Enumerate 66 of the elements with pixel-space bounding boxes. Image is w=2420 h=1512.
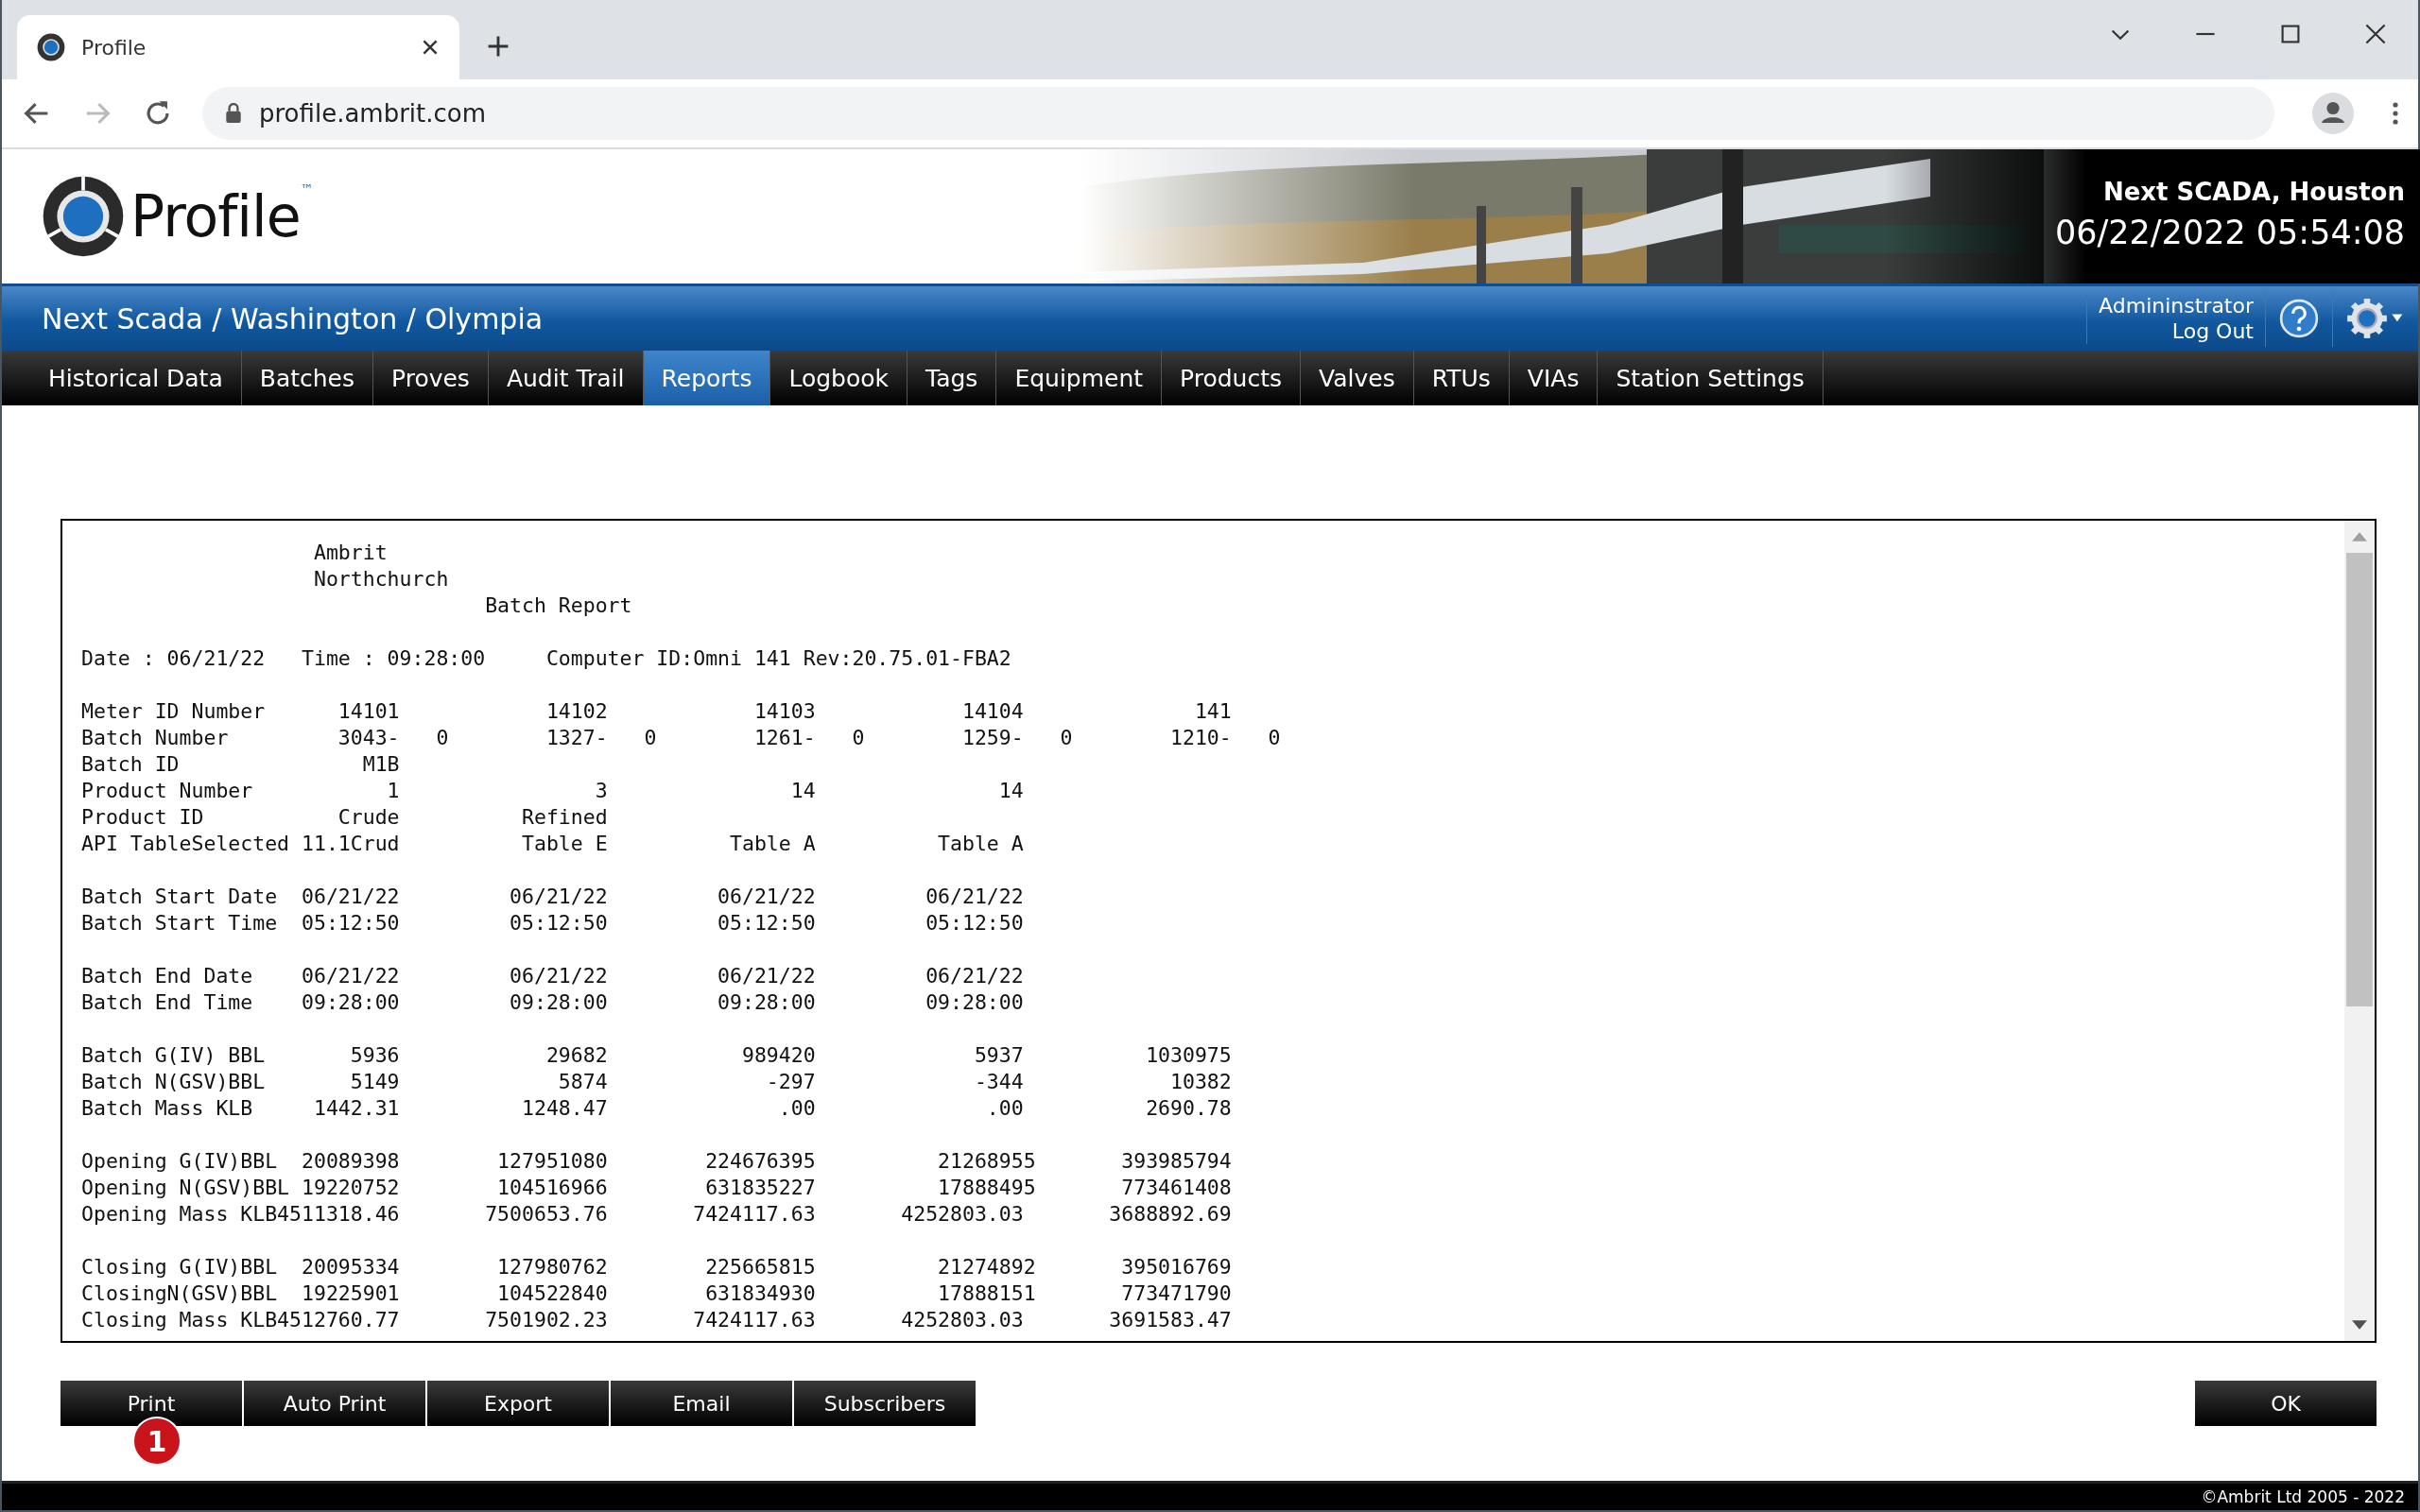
report-line: Batch Number 3043- 0 1327- 0 1261- 0 1259- 0 1210- 0 [81, 725, 1282, 751]
close-icon[interactable] [2364, 23, 2387, 45]
report-line: Ambrit [312, 540, 389, 566]
date-time: 06/22/2022 05:54:08 [2054, 214, 2405, 251]
report-line: Batch End Date 06/21/22 06/21/22 06/21/22 06/21/22 [81, 963, 1025, 989]
action-button[interactable]: Auto Print [244, 1381, 425, 1426]
nav-tab[interactable]: Valves [1301, 351, 1414, 405]
report-line: Opening G(IV)BBL 20089398 127951080 224676395 21268955 393985794 [81, 1148, 1233, 1175]
scroll-down-icon[interactable] [2352, 1320, 2367, 1330]
user-name: Admininstrator [2099, 293, 2254, 318]
ok-button[interactable]: OK [2195, 1381, 2377, 1426]
nav-tab[interactable]: RTUs [1413, 351, 1510, 405]
report-line: Northchurch [312, 566, 450, 593]
trademark-mark: ™ [300, 181, 314, 197]
nav-tab[interactable]: Batches [241, 351, 374, 405]
logout-link[interactable]: Log Out [2171, 318, 2254, 344]
new-tab-icon[interactable] [486, 34, 510, 59]
report-line: Product ID Crude Refined [81, 804, 609, 831]
site-name: Next SCADA, Houston [2102, 178, 2405, 206]
scrollbar-thumb[interactable] [2346, 553, 2373, 1006]
lock-icon [225, 103, 242, 124]
nav-tab[interactable]: Equipment [996, 351, 1163, 405]
action-button[interactable]: Export [427, 1381, 609, 1426]
report-line: ClosingN(GSV)BBL 19225901 104522840 631834930 17888151 773471790 [81, 1280, 1233, 1307]
maximize-icon[interactable] [2279, 23, 2302, 45]
nav-tab[interactable]: Proves [373, 351, 489, 405]
report-line: Batch Start Date 06/21/22 06/21/22 06/21/22 06/21/22 [81, 884, 1025, 910]
report-line: Batch ID M1B [81, 751, 401, 778]
logo-icon [36, 32, 66, 62]
report-line: Closing Mass KLB4512760.77 7501902.23 7424117.63 4252803.03 3691583.47 [81, 1307, 1233, 1333]
report-line: Batch N(GSV)BBL 5149 5874 -297 -344 10382 [81, 1069, 1233, 1095]
report-line: Meter ID Number 14101 14102 14103 14104 141 [81, 698, 1233, 725]
action-button[interactable]: Subscribers [794, 1381, 976, 1426]
browser-tab[interactable]: Profile [17, 15, 459, 79]
report-line: Batch End Time 09:28:00 09:28:00 09:28:00 09:28:00 [81, 989, 1025, 1016]
report-line: Date : 06/21/22 Time : 09:28:00 Computer ID:Omni 141 Rev:20.75.01-FBA2 [81, 645, 1012, 672]
nav-tab[interactable]: Reports [643, 351, 771, 405]
nav-tab[interactable]: Products [1162, 351, 1302, 405]
report-line: Batch G(IV) BBL 5936 29682 989420 5937 1030975 [81, 1042, 1233, 1069]
report-line: Product Number 1 3 14 14 [81, 778, 1025, 804]
nav-tab[interactable]: Station Settings [1598, 351, 1824, 405]
nav-tab[interactable]: Audit Trail [488, 351, 644, 405]
report-line: Opening Mass KLB4511318.46 7500653.76 7424117.63 4252803.03 3688892.69 [81, 1201, 1233, 1228]
address-bar[interactable]: profile.ambrit.com [202, 87, 2274, 140]
nav-tab[interactable]: Tags [908, 351, 997, 405]
report-line: Batch Start Time 05:12:50 05:12:50 05:12:50 05:12:50 [81, 910, 1025, 936]
annotation-badge: 1 [132, 1417, 182, 1466]
nav-tab[interactable]: VIAs [1509, 351, 1599, 405]
nav-tab[interactable]: Logbook [770, 351, 908, 405]
help-icon[interactable] [2279, 299, 2319, 338]
report-line: Closing G(IV)BBL 20095334 127980762 225665815 21274892 395016769 [81, 1254, 1233, 1280]
report-line: Batch Report [484, 593, 633, 619]
logo-text: Profile [130, 183, 301, 249]
report-line: API TableSelected 11.1Crud Table E Table A Table A [81, 831, 1025, 857]
breadcrumb: Next Scada / Washington / Olympia [42, 301, 544, 335]
scrollbar[interactable] [2344, 521, 2375, 1341]
report-line: Batch Mass KLB 1442.31 1248.47 .00 .00 2690.78 [81, 1095, 1233, 1122]
profile-avatar-icon[interactable] [2312, 93, 2354, 134]
action-button[interactable]: Print [60, 1381, 242, 1426]
menu-icon[interactable] [2392, 100, 2399, 127]
url-text: profile.ambrit.com [259, 99, 487, 128]
tab-title: Profile [81, 35, 147, 60]
copyright-text: ©Ambrit Ltd 2005 - 2022 [2201, 1487, 2405, 1506]
report-line: Opening N(GSV)BBL 19220752 104516966 631835227 17888495 773461408 [81, 1175, 1233, 1201]
nav-tab[interactable]: Historical Data [30, 351, 242, 405]
action-button[interactable]: Email [611, 1381, 792, 1426]
